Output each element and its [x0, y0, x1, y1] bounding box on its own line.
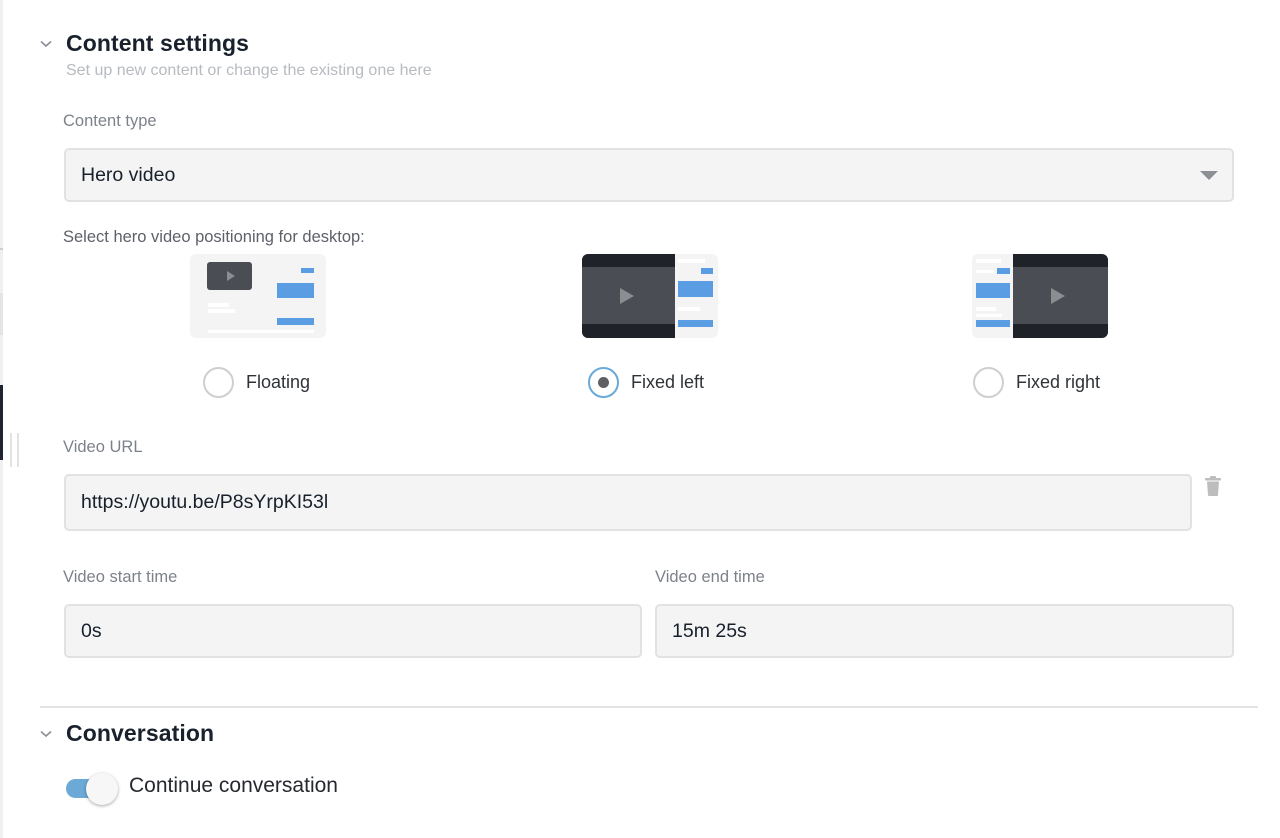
video-end-time-value: 15m 25s	[672, 619, 747, 642]
chevron-down-icon[interactable]	[40, 34, 66, 54]
floating-radio-label[interactable]: Floating	[246, 372, 310, 393]
fixed-left-radio-label[interactable]: Fixed left	[631, 372, 704, 393]
continue-conversation-label[interactable]: Continue conversation	[129, 774, 338, 798]
video-url-value: https://youtu.be/P8sYrpKI53l	[81, 491, 329, 513]
content-type-label: Content type	[63, 112, 157, 130]
video-start-time-value: 0s	[81, 619, 102, 642]
fixed-right-radio[interactable]	[973, 367, 1004, 398]
conversation-header[interactable]: Conversation	[40, 720, 214, 747]
section-subtitle: Set up new content or change the existin…	[66, 62, 432, 79]
dropdown-caret-icon	[1200, 171, 1218, 180]
section-divider	[40, 706, 1258, 708]
toggle-knob[interactable]	[86, 773, 118, 805]
trash-icon[interactable]	[1204, 476, 1222, 496]
fixed-left-thumbnail[interactable]	[582, 254, 718, 338]
fixed-right-radio-label[interactable]: Fixed right	[1016, 372, 1100, 393]
floating-radio[interactable]	[203, 367, 234, 398]
video-end-time-input[interactable]: 15m 25s	[655, 604, 1234, 658]
video-start-time-label: Video start time	[63, 568, 178, 586]
section-title: Conversation	[66, 720, 215, 746]
continue-conversation-toggle[interactable]	[66, 773, 118, 805]
positioning-label: Select hero video positioning for deskto…	[63, 228, 365, 246]
video-url-label: Video URL	[63, 438, 143, 456]
video-url-input[interactable]: https://youtu.be/P8sYrpKI53l	[64, 474, 1192, 531]
section-title: Content settings	[66, 30, 250, 56]
video-end-time-label: Video end time	[655, 568, 765, 586]
content-type-select[interactable]: Hero video	[64, 148, 1234, 202]
left-panel-active-indicator	[0, 385, 3, 460]
content-type-value: Hero video	[81, 163, 176, 186]
floating-thumbnail[interactable]	[190, 254, 326, 338]
chevron-down-icon[interactable]	[40, 724, 66, 744]
resize-handle[interactable]	[10, 433, 20, 467]
fixed-left-radio[interactable]	[588, 367, 619, 398]
left-panel-marker	[0, 248, 3, 250]
content-settings-header[interactable]: Content settings	[40, 30, 249, 57]
video-start-time-input[interactable]: 0s	[64, 604, 642, 658]
fixed-right-thumbnail[interactable]	[972, 254, 1108, 338]
left-panel-marker	[0, 293, 3, 335]
